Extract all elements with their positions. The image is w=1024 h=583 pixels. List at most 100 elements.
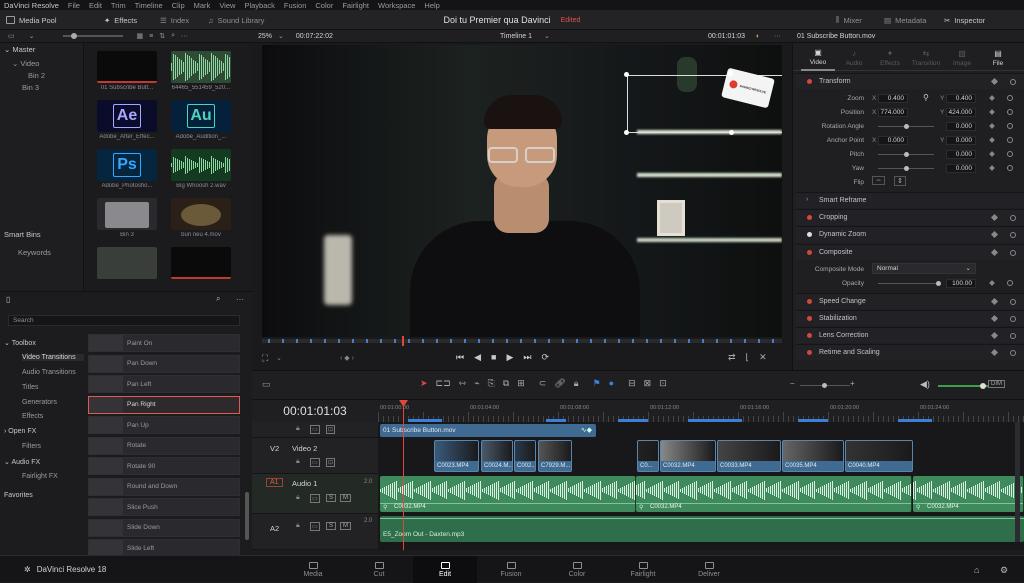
list-icon[interactable]: ≡	[149, 33, 153, 40]
auto-select-icon[interactable]: ⊡	[326, 458, 336, 467]
effects-category[interactable]: › Open FX	[4, 428, 36, 435]
enable-dot-icon[interactable]	[807, 316, 812, 321]
transition-item[interactable]: Round and Down	[88, 477, 240, 496]
search-icon[interactable]: ⌕	[216, 294, 220, 304]
reset-icon[interactable]	[1007, 109, 1013, 115]
reset-icon[interactable]	[1010, 350, 1016, 356]
enable-dot-icon[interactable]	[807, 333, 812, 338]
video-clip[interactable]: C0040.MP4	[845, 440, 913, 472]
page-tab-color[interactable]: Color	[545, 556, 609, 583]
reset-icon[interactable]	[1007, 123, 1013, 129]
dynamic-trim-icon[interactable]: ⇿	[459, 378, 467, 389]
smart-bins-header[interactable]: Smart Bins	[0, 228, 41, 240]
chevron-down-icon[interactable]: ⌄	[29, 32, 35, 40]
home-icon[interactable]: ⌂	[974, 565, 979, 575]
more-icon[interactable]: ···	[236, 295, 244, 304]
keyframe-icon[interactable]	[990, 230, 999, 239]
effects-category[interactable]: Audio Transitions	[22, 369, 76, 376]
timeline-zoom-slider[interactable]	[800, 383, 850, 388]
keyframe-icon[interactable]	[990, 314, 999, 323]
enable-dot-icon[interactable]	[807, 250, 812, 255]
menu-item-davinci-resolve[interactable]: DaVinci Resolve	[4, 1, 59, 10]
zoom-detail-icon[interactable]: ⊠	[644, 378, 652, 389]
thumbnail-size-slider[interactable]	[62, 33, 123, 39]
zoom-custom-icon[interactable]: ⊡	[659, 378, 667, 389]
viewer-scrubber[interactable]	[262, 336, 782, 346]
inspector-section[interactable]: › Smart Reframe	[796, 192, 1024, 208]
param-value-field[interactable]: 0.000	[946, 150, 976, 159]
jog-control[interactable]: ‹ ◆ ›	[340, 354, 354, 362]
transition-item[interactable]: Slice Push	[88, 498, 240, 516]
bin-bin3[interactable]: Bin 3	[0, 81, 83, 93]
transition-item[interactable]: Paint On	[88, 334, 240, 352]
keyframe-icon[interactable]	[990, 297, 999, 306]
inspector-section[interactable]: Lens Correction	[796, 327, 1024, 343]
page-tab-cut[interactable]: Cut	[347, 556, 411, 583]
chevron-down-icon[interactable]: ⌄	[278, 32, 284, 40]
more-icon[interactable]: ···	[181, 33, 188, 40]
effects-button[interactable]: ✦ Effects	[104, 10, 137, 30]
fullscreen-icon[interactable]: ✕	[759, 352, 767, 363]
viewer-zoom[interactable]: 25%	[258, 33, 272, 40]
timeline-view-options-icon[interactable]: ▭	[262, 379, 271, 390]
video-clip[interactable]: C0024.M...	[481, 440, 513, 472]
video-clip[interactable]: C0023.MP4	[434, 440, 479, 472]
keyframe-icon[interactable]	[990, 348, 999, 357]
effects-category[interactable]: Titles	[22, 384, 38, 391]
stop-icon[interactable]: ■	[491, 352, 496, 363]
page-tab-fairlight[interactable]: Fairlight	[611, 556, 675, 583]
keyframe-icon[interactable]	[990, 248, 999, 257]
reset-icon[interactable]	[1010, 333, 1016, 339]
transform-mode-icon[interactable]: ⛶	[262, 353, 268, 364]
transition-item[interactable]: Pan Up	[88, 416, 240, 434]
inspector-tab-video[interactable]: ▣ Video	[801, 45, 835, 71]
reset-icon[interactable]	[1007, 280, 1013, 286]
menu-item-color[interactable]: Color	[315, 1, 333, 10]
volume-icon[interactable]: ◀︎)	[920, 379, 930, 390]
effects-category[interactable]: ⌄ Toolbox	[4, 339, 36, 347]
zoom-full-icon[interactable]: ⊟	[628, 378, 636, 389]
param-slider[interactable]	[878, 166, 934, 171]
audio-clip[interactable]: ⚲ C0032.MP4	[380, 476, 636, 512]
enable-dot-icon[interactable]	[807, 232, 812, 237]
reset-icon[interactable]	[1010, 215, 1016, 221]
timeline-playhead[interactable]	[403, 400, 404, 550]
audio-clip[interactable]: ⚲ C0032.MP4	[636, 476, 912, 512]
flip-horizontal-icon[interactable]: ⇔	[872, 176, 885, 185]
menu-item-mark[interactable]: Mark	[194, 1, 211, 10]
trim-tool-icon[interactable]: ⊏⊐	[436, 378, 451, 389]
media-thumb[interactable]: Ps	[97, 149, 157, 181]
enable-dot-icon[interactable]	[807, 215, 812, 220]
keyframe-icon[interactable]	[990, 331, 999, 340]
menu-item-file[interactable]: File	[68, 1, 80, 10]
transform-handle[interactable]	[728, 71, 733, 76]
mark-in-icon[interactable]: ⌊	[746, 352, 750, 363]
effects-search-input[interactable]: Search	[8, 315, 240, 326]
video-clip[interactable]: C0033.MP4	[717, 440, 781, 472]
transition-item[interactable]: Pan Down	[88, 354, 240, 373]
track-enable-icon[interactable]: ▭	[310, 425, 320, 434]
media-thumb[interactable]: Ae	[97, 100, 157, 132]
param-value-field[interactable]: 0.000	[946, 164, 976, 173]
enable-dot-icon[interactable]	[807, 79, 812, 84]
smart-bin-keywords[interactable]: Keywords	[0, 246, 51, 258]
mute-button[interactable]: M	[340, 494, 351, 502]
param-value-field[interactable]: 0.400	[878, 94, 908, 103]
match-frame-icon[interactable]: ⇄	[728, 352, 736, 363]
sound-library-button[interactable]: ♫ Sound Library	[208, 10, 264, 30]
inspector-tab-file[interactable]: ▤ File	[981, 45, 1015, 71]
linked-selection-icon[interactable]: 🔗︎	[554, 378, 565, 389]
media-thumb[interactable]	[171, 198, 231, 230]
selection-tool-icon[interactable]: ➤	[420, 378, 428, 389]
solo-button[interactable]: S	[326, 522, 337, 530]
list-view-icon[interactable]: ▭	[8, 32, 15, 40]
viewer-playhead[interactable]	[402, 336, 404, 346]
effects-category[interactable]: Video Transitions	[22, 354, 84, 361]
reset-icon[interactable]	[1010, 299, 1016, 305]
viewer-options-icon[interactable]: ◐	[756, 33, 760, 40]
clip-subscribe-button[interactable]: 01 Subscribe Button.mov ∿◆	[380, 424, 596, 437]
more-icon[interactable]: ···	[774, 33, 781, 40]
param-value-field[interactable]: 0.400	[946, 94, 976, 103]
chevron-down-icon[interactable]: ⌄	[544, 32, 550, 40]
zoom-in-icon[interactable]: +	[850, 379, 855, 388]
